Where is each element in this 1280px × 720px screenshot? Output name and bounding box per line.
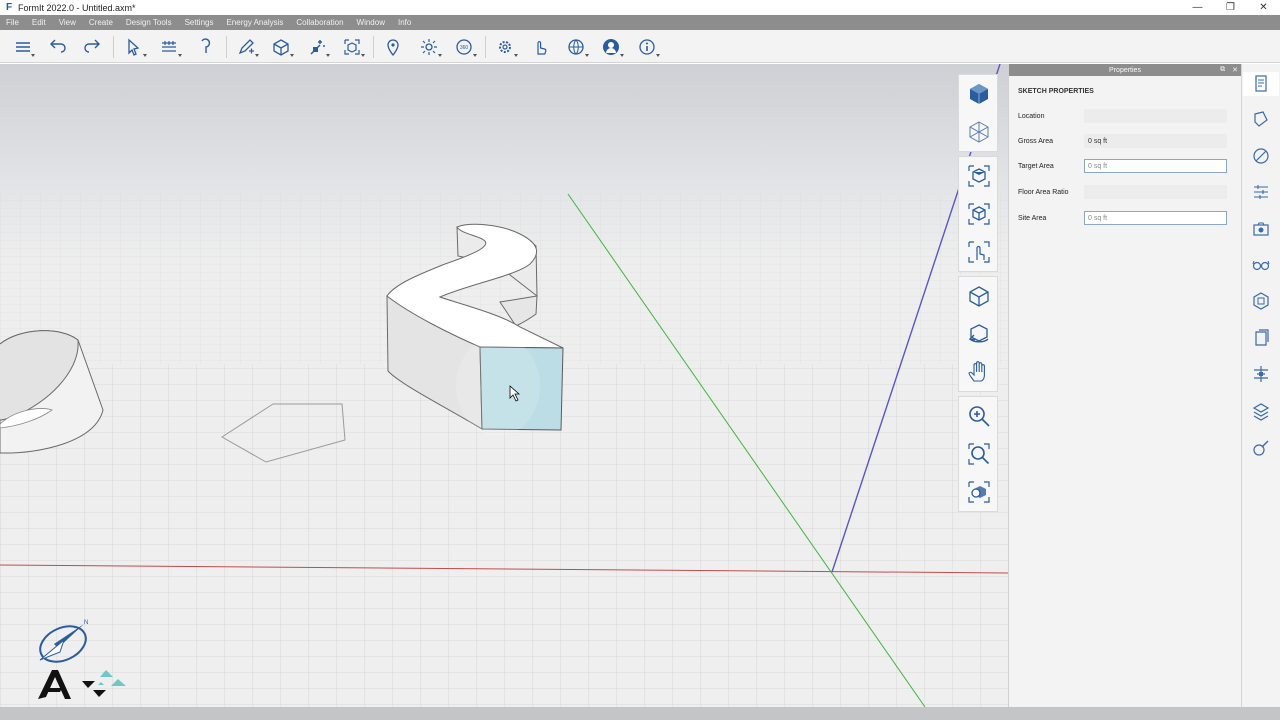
prop-row-gross-area: Gross Area 0 sq ft (1018, 134, 1233, 148)
view-cube-wire-icon[interactable] (959, 113, 999, 151)
tape-measure-icon[interactable] (160, 38, 178, 56)
scenes-icon[interactable] (1251, 219, 1271, 239)
right-panel-tabs (1241, 64, 1280, 707)
globe-icon[interactable] (567, 38, 585, 56)
formit-app-window: F FormIt 2022.0 - Untitled.axm* — ❐ ✕ Fi… (0, 0, 1280, 720)
view-orient-group (958, 156, 998, 272)
prop-label: Site Area (1018, 214, 1047, 222)
prop-row-location: Location (1018, 109, 1233, 123)
plugins-icon[interactable] (1251, 364, 1271, 384)
prop-row-floor-area-ratio: Floor Area Ratio (1018, 185, 1233, 199)
zoom-group (958, 396, 998, 512)
orbit-icon[interactable] (959, 277, 999, 315)
content-library-icon[interactable] (1251, 328, 1271, 348)
properties-header: Properties ⧉ ✕ (1009, 64, 1241, 76)
undo-icon[interactable] (49, 38, 67, 56)
select-icon[interactable] (125, 38, 143, 56)
formit-logo-icon: F (5, 1, 13, 13)
menu-info[interactable]: Info (398, 18, 411, 27)
close-button[interactable]: ✕ (1247, 0, 1280, 15)
groups-icon[interactable] (1251, 291, 1271, 311)
gross-area-field: 0 sq ft (1084, 134, 1227, 148)
draw-pen-icon[interactable] (237, 38, 255, 56)
navigation-toolbar (958, 74, 998, 516)
menu-create[interactable]: Create (89, 18, 113, 27)
menu-file[interactable]: File (6, 18, 19, 27)
layers-panel-icon[interactable] (1251, 146, 1271, 166)
view-cube-solid-icon[interactable] (959, 75, 999, 113)
pan-hand-icon[interactable] (959, 353, 999, 391)
levels-icon[interactable] (1251, 182, 1271, 202)
target-area-input[interactable]: 0 sq ft (1084, 159, 1227, 173)
restore-button[interactable]: ❐ (1214, 0, 1247, 15)
materials-icon[interactable] (1251, 110, 1271, 130)
menu-design-tools[interactable]: Design Tools (126, 18, 172, 27)
status-bar (0, 707, 1280, 720)
menu-view[interactable]: View (59, 18, 76, 27)
zoom-icon[interactable] (959, 397, 999, 435)
zoom-extents-icon[interactable] (959, 473, 999, 511)
main-toolbar: 360 (0, 30, 1280, 63)
dynamo-icon[interactable] (1251, 401, 1271, 421)
touch-gesture-icon[interactable] (959, 233, 999, 271)
properties-title: Properties (1109, 66, 1141, 74)
paint-icon[interactable] (196, 38, 214, 56)
floor-area-ratio-field (1084, 185, 1227, 199)
menu-edit[interactable]: Edit (32, 18, 46, 27)
redo-icon[interactable] (83, 38, 101, 56)
prop-label: Floor Area Ratio (1018, 188, 1069, 196)
section-title: SKETCH PROPERTIES (1018, 88, 1094, 95)
view-cube-group (958, 74, 998, 152)
info-icon[interactable] (638, 38, 656, 56)
prop-row-site-area: Site Area 0 sq ft (1018, 211, 1233, 225)
minimize-button[interactable]: — (1181, 0, 1214, 15)
styles-icon[interactable] (1251, 255, 1271, 275)
properties-panel: Properties ⧉ ✕ SKETCH PROPERTIES Locatio… (1008, 64, 1241, 707)
menu-energy-analysis[interactable]: Energy Analysis (226, 18, 283, 27)
magic-wand-icon[interactable] (308, 38, 326, 56)
location-pin-icon[interactable] (384, 38, 402, 57)
properties-panel-icon[interactable] (1251, 74, 1271, 94)
window-controls: — ❐ ✕ (1181, 0, 1280, 15)
layers-icon[interactable] (14, 38, 32, 56)
gear-icon[interactable] (496, 38, 514, 56)
prop-row-target-area: Target Area 0 sq ft (1018, 159, 1233, 173)
group-icon[interactable] (343, 38, 361, 56)
menu-window[interactable]: Window (357, 18, 385, 27)
zoom-window-icon[interactable] (959, 435, 999, 473)
cube-icon[interactable] (272, 38, 290, 56)
svg-text:360: 360 (460, 45, 469, 51)
close-panel-icon[interactable]: ✕ (1232, 66, 1238, 74)
site-area-input[interactable]: 0 sq ft (1084, 211, 1227, 225)
prop-label: Gross Area (1018, 137, 1054, 145)
location-field (1084, 109, 1227, 123)
hand-pointer-icon[interactable] (531, 38, 549, 56)
scene-360-icon[interactable]: 360 (455, 38, 473, 56)
navigate-group (958, 276, 998, 392)
visual-styles-icon[interactable] (1251, 438, 1271, 458)
menu-bar: File Edit View Create Design Tools Setti… (0, 15, 1280, 30)
menu-settings[interactable]: Settings (185, 18, 214, 27)
user-icon[interactable] (602, 38, 620, 56)
scene-canvas[interactable]: N (0, 64, 1008, 707)
view-front-icon[interactable] (959, 195, 999, 233)
svg-text:N: N (84, 620, 88, 626)
title-bar: F FormIt 2022.0 - Untitled.axm* — ❐ ✕ (0, 0, 1280, 15)
prop-label: Location (1018, 112, 1045, 120)
menu-collaboration[interactable]: Collaboration (296, 18, 343, 27)
view-top-icon[interactable] (959, 157, 999, 195)
look-around-icon[interactable] (959, 315, 999, 353)
prop-label: Target Area (1018, 162, 1054, 170)
undock-icon[interactable]: ⧉ (1220, 66, 1225, 74)
3d-viewport[interactable]: N (0, 64, 1008, 707)
window-title: FormIt 2022.0 - Untitled.axm* (18, 2, 136, 13)
sun-icon[interactable] (420, 38, 438, 56)
